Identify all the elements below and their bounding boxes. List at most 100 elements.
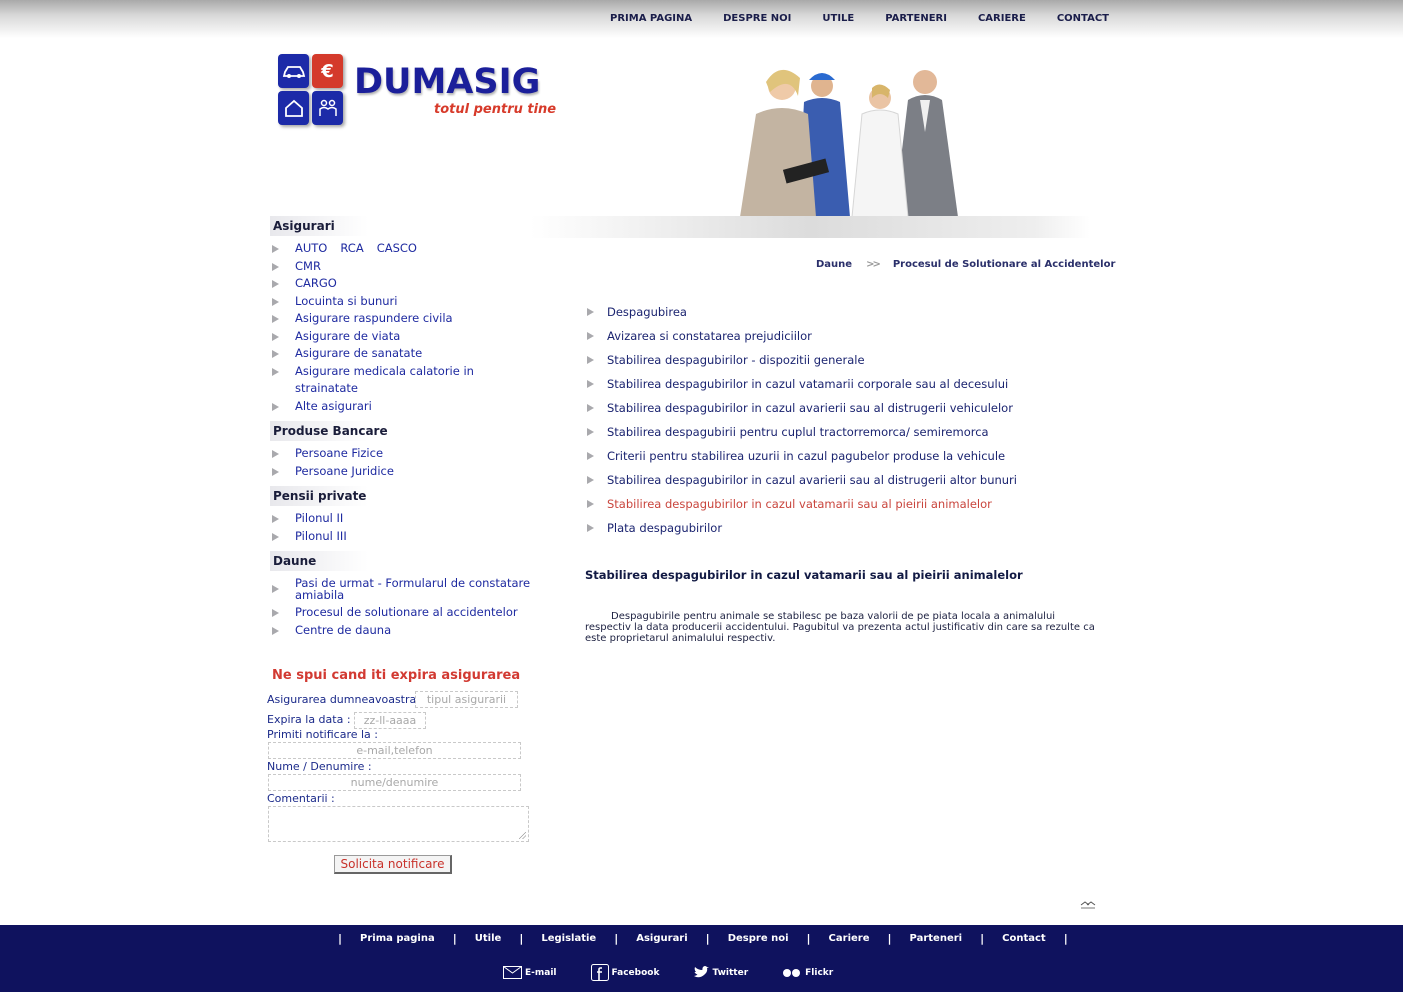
footer-link-despre-noi[interactable]: Despre noi — [728, 933, 789, 944]
arrow-right-icon — [272, 367, 279, 376]
section-title: Stabilirea despagubirilor in cazul vatam… — [585, 568, 1023, 582]
arrow-right-icon — [272, 280, 279, 288]
request-notification-button[interactable]: Solicita notificare — [334, 855, 452, 874]
topic-avarierea-vehiculelor[interactable]: Stabilirea despagubirilor in cazul avari… — [585, 398, 1105, 422]
social-email[interactable]: E-mail — [503, 966, 557, 979]
arrow-right-icon — [272, 626, 279, 635]
logo-name: DUMASIG — [354, 62, 541, 102]
label-date: Expira la data : — [267, 713, 351, 726]
sidebar-item-viata[interactable]: Asigurare de viata — [270, 328, 540, 346]
label-notify: Primiti notificare la : — [267, 728, 378, 741]
social-links: E-mail Facebook Twitter Flickr — [503, 964, 867, 981]
sidebar-item-cargo[interactable]: CARGO — [270, 275, 540, 293]
topnav-cariere[interactable]: CARIERE — [978, 13, 1026, 24]
back-to-top-icon[interactable] — [1080, 900, 1096, 910]
insurance-type-input[interactable]: tipul asigurarii — [415, 691, 518, 708]
social-twitter[interactable]: Twitter — [693, 966, 748, 979]
car-icon — [278, 54, 309, 88]
arrow-right-icon — [587, 332, 594, 340]
sidebar-item-pilonul-3[interactable]: Pilonul III — [270, 528, 540, 546]
footer-divider: | — [806, 932, 811, 945]
sidebar-item-centre-dauna[interactable]: Centre de dauna — [270, 622, 540, 640]
footer-link-legislatie[interactable]: Legislatie — [541, 933, 596, 944]
arrow-right-icon — [272, 402, 279, 411]
sidebar: Asigurari AUTO RCA CASCO CMR CARGO Locuint… — [270, 216, 540, 645]
breadcrumb-separator-icon: >> — [866, 259, 881, 270]
sidebar-heading-pensii: Pensii private — [270, 486, 410, 506]
sidebar-link-auto[interactable]: AUTO — [295, 241, 327, 255]
footer-link-utile[interactable]: Utile — [475, 933, 502, 944]
form-row-comments — [267, 806, 537, 842]
form-row-notify: Primiti notificare la : e-mail,telefon — [267, 728, 537, 760]
topnav-parteneri[interactable]: PARTENERI — [885, 13, 947, 24]
breadcrumb-daune[interactable]: Daune — [816, 259, 852, 270]
envelope-icon — [503, 966, 522, 979]
top-nav: PRIMA PAGINA DESPRE NOI UTILE PARTENERI … — [610, 13, 1140, 24]
section-body-text: Despagubirile pentru animale se stabiles… — [585, 611, 1095, 644]
topic-uzura-vehicule[interactable]: Criterii pentru stabilirea uzurii in caz… — [585, 446, 1105, 470]
topnav-contact[interactable]: CONTACT — [1057, 13, 1109, 24]
sidebar-item-cmr[interactable]: CMR — [270, 258, 540, 276]
topnav-prima-pagina[interactable]: PRIMA PAGINA — [610, 13, 692, 24]
arrow-right-icon — [587, 476, 594, 484]
topic-animale-active[interactable]: Stabilirea despagubirilor in cazul vatam… — [585, 494, 1105, 518]
arrow-right-icon — [587, 524, 594, 532]
breadcrumb: Daune >> Procesul de Solutionare al Acci… — [816, 259, 1115, 270]
social-flickr[interactable]: Flickr — [782, 968, 833, 978]
arrow-right-icon — [587, 356, 594, 364]
sidebar-heading-bancare: Produse Bancare — [270, 421, 410, 441]
sidebar-item-procesul-solutionare[interactable]: Procesul de solutionare al accidentelor — [270, 604, 540, 622]
breadcrumb-current: Procesul de Solutionare al Accidentelor — [892, 259, 1116, 270]
topic-tractorremorca[interactable]: Stabilirea despagubirii pentru cuplul tr… — [585, 422, 1105, 446]
footer-link-cariere[interactable]: Cariere — [829, 933, 870, 944]
footer-nav: | Prima pagina | Utile | Legislatie | As… — [338, 932, 1068, 945]
sidebar-item-pasi-de-urmat[interactable]: Pasi de urmat - Formularul de constatare… — [270, 575, 540, 604]
footer-divider: | — [519, 932, 524, 945]
topic-despagubirea[interactable]: Despagubirea — [585, 302, 1105, 326]
sidebar-item-persoane-fizice[interactable]: Persoane Fizice — [270, 445, 540, 463]
sidebar-item-calatorie[interactable]: Asigurare medicala calatorie in strainat… — [270, 363, 540, 398]
topic-alte-bunuri[interactable]: Stabilirea despagubirilor in cazul avari… — [585, 470, 1105, 494]
comments-textarea[interactable] — [268, 806, 529, 842]
footer-link-parteneri[interactable]: Parteneri — [910, 933, 963, 944]
sidebar-item-raspundere-civila[interactable]: Asigurare raspundere civila — [270, 310, 540, 328]
sidebar-link-casco[interactable]: CASCO — [377, 241, 417, 255]
form-row-insurance: Asigurarea dumneavoastra tipul asigurari… — [267, 691, 537, 712]
arrow-right-icon — [272, 450, 279, 458]
topnav-despre-noi[interactable]: DESPRE NOI — [723, 13, 791, 24]
topic-avizarea[interactable]: Avizarea si constatarea prejudiciilor — [585, 326, 1105, 350]
arrow-right-icon — [272, 467, 279, 476]
topic-dispozitii-generale[interactable]: Stabilirea despagubirilor - dispozitii g… — [585, 350, 1105, 374]
footer-link-contact[interactable]: Contact — [1002, 933, 1046, 944]
sidebar-item-pilonul-2[interactable]: Pilonul II — [270, 510, 540, 528]
arrow-right-icon — [272, 262, 279, 271]
sidebar-list-daune: Pasi de urmat - Formularul de constatare… — [270, 575, 540, 639]
family-icon — [312, 91, 343, 125]
resize-grip-icon[interactable] — [519, 832, 526, 839]
sidebar-list-asigurari: AUTO RCA CASCO CMR CARGO Locuinta si bunur… — [270, 240, 540, 415]
sidebar-heading-asigurari: Asigurari — [270, 216, 410, 236]
contact-input[interactable]: e-mail,telefon — [268, 742, 521, 759]
sidebar-item-locuinta[interactable]: Locuinta si bunuri — [270, 293, 540, 311]
topnav-utile[interactable]: UTILE — [822, 13, 854, 24]
header-people-image — [720, 52, 982, 220]
sidebar-link-rca[interactable]: RCA — [340, 241, 363, 255]
arrow-right-icon — [272, 609, 279, 617]
topic-plata[interactable]: Plata despagubirilor — [585, 518, 1105, 542]
expiry-date-input[interactable]: zz-ll-aaaa — [354, 712, 426, 729]
sidebar-item-alte[interactable]: Alte asigurari — [270, 398, 540, 416]
arrow-right-icon — [272, 332, 279, 341]
site-logo[interactable]: € DUMASIG totul pentru tine — [278, 52, 578, 132]
footer-link-asigurari[interactable]: Asigurari — [636, 933, 687, 944]
label-comments: Comentarii : — [267, 792, 335, 805]
social-facebook[interactable]: Facebook — [590, 964, 659, 981]
sidebar-item-persoane-juridice[interactable]: Persoane Juridice — [270, 463, 540, 481]
topic-vatamari-corporale[interactable]: Stabilirea despagubirilor in cazul vatam… — [585, 374, 1105, 398]
footer-link-prima-pagina[interactable]: Prima pagina — [360, 933, 435, 944]
flickr-icon — [783, 968, 801, 977]
name-input[interactable]: nume/denumire — [268, 774, 521, 791]
sidebar-item-sanatate[interactable]: Asigurare de sanatate — [270, 345, 540, 363]
twitter-bird-icon — [694, 966, 710, 978]
form-row-comments-label: Comentarii : — [267, 792, 537, 806]
footer-divider: | — [887, 932, 892, 945]
